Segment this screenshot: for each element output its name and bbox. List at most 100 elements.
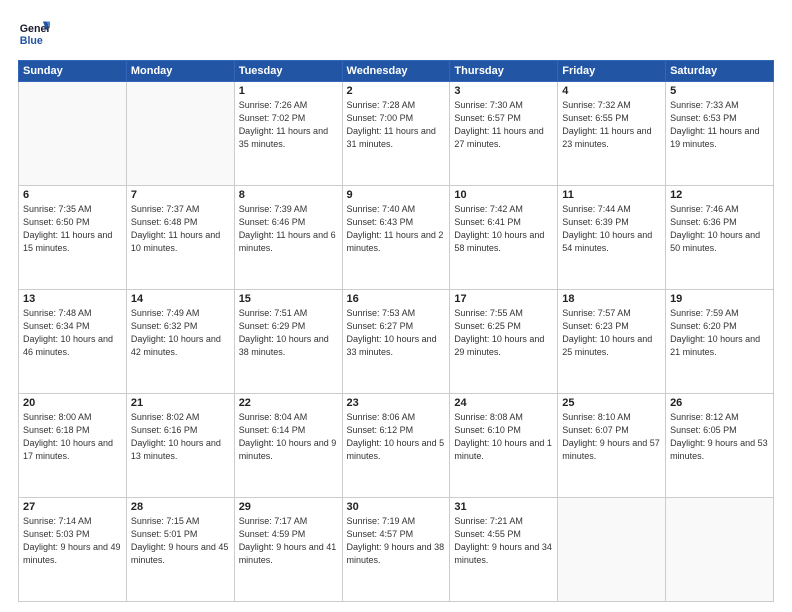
day-detail: Sunrise: 7:42 AM Sunset: 6:41 PM Dayligh… (454, 203, 553, 255)
day-number: 5 (670, 85, 769, 97)
day-number: 29 (239, 501, 338, 513)
day-number: 17 (454, 293, 553, 305)
calendar-cell: 16 Sunrise: 7:53 AM Sunset: 6:27 PM Dayli… (342, 290, 450, 394)
day-number: 14 (131, 293, 230, 305)
calendar-cell: 1 Sunrise: 7:26 AM Sunset: 7:02 PM Daylig… (234, 82, 342, 186)
day-detail: Sunrise: 7:26 AM Sunset: 7:02 PM Dayligh… (239, 99, 338, 151)
day-number: 12 (670, 189, 769, 201)
calendar-cell: 24 Sunrise: 8:08 AM Sunset: 6:10 PM Dayli… (450, 394, 558, 498)
day-number: 16 (347, 293, 446, 305)
weekday-header: Saturday (666, 61, 774, 82)
calendar-cell: 19 Sunrise: 7:59 AM Sunset: 6:20 PM Dayli… (666, 290, 774, 394)
calendar-table: SundayMondayTuesdayWednesdayThursdayFrid… (18, 60, 774, 602)
logo: General Blue (18, 18, 54, 50)
calendar-cell: 18 Sunrise: 7:57 AM Sunset: 6:23 PM Dayli… (558, 290, 666, 394)
day-detail: Sunrise: 7:35 AM Sunset: 6:50 PM Dayligh… (23, 203, 122, 255)
day-number: 27 (23, 501, 122, 513)
day-detail: Sunrise: 7:48 AM Sunset: 6:34 PM Dayligh… (23, 307, 122, 359)
weekday-header: Thursday (450, 61, 558, 82)
calendar-cell (558, 498, 666, 602)
calendar-cell: 10 Sunrise: 7:42 AM Sunset: 6:41 PM Dayli… (450, 186, 558, 290)
day-number: 26 (670, 397, 769, 409)
calendar-week-row: 1 Sunrise: 7:26 AM Sunset: 7:02 PM Daylig… (19, 82, 774, 186)
day-detail: Sunrise: 7:32 AM Sunset: 6:55 PM Dayligh… (562, 99, 661, 151)
day-detail: Sunrise: 8:00 AM Sunset: 6:18 PM Dayligh… (23, 411, 122, 463)
day-number: 11 (562, 189, 661, 201)
logo-icon: General Blue (18, 18, 50, 50)
day-number: 7 (131, 189, 230, 201)
calendar-cell (126, 82, 234, 186)
calendar-cell: 4 Sunrise: 7:32 AM Sunset: 6:55 PM Daylig… (558, 82, 666, 186)
day-detail: Sunrise: 7:59 AM Sunset: 6:20 PM Dayligh… (670, 307, 769, 359)
day-number: 13 (23, 293, 122, 305)
calendar-week-row: 6 Sunrise: 7:35 AM Sunset: 6:50 PM Daylig… (19, 186, 774, 290)
page: General Blue SundayMondayTuesdayWednesda… (0, 0, 792, 612)
day-detail: Sunrise: 7:33 AM Sunset: 6:53 PM Dayligh… (670, 99, 769, 151)
calendar-cell: 31 Sunrise: 7:21 AM Sunset: 4:55 PM Dayli… (450, 498, 558, 602)
calendar-week-row: 20 Sunrise: 8:00 AM Sunset: 6:18 PM Dayli… (19, 394, 774, 498)
day-detail: Sunrise: 7:49 AM Sunset: 6:32 PM Dayligh… (131, 307, 230, 359)
day-detail: Sunrise: 7:55 AM Sunset: 6:25 PM Dayligh… (454, 307, 553, 359)
day-number: 28 (131, 501, 230, 513)
calendar-cell: 22Sunrise: 8:04 AM Sunset: 6:14 PM Dayli… (234, 394, 342, 498)
calendar-week-row: 13 Sunrise: 7:48 AM Sunset: 6:34 PM Dayli… (19, 290, 774, 394)
calendar-cell: 27 Sunrise: 7:14 AM Sunset: 5:03 PM Dayli… (19, 498, 127, 602)
calendar-cell: 13 Sunrise: 7:48 AM Sunset: 6:34 PM Dayli… (19, 290, 127, 394)
weekday-header: Friday (558, 61, 666, 82)
calendar-cell: 8Sunrise: 7:39 AM Sunset: 6:46 PM Daylig… (234, 186, 342, 290)
day-detail: Sunrise: 7:46 AM Sunset: 6:36 PM Dayligh… (670, 203, 769, 255)
day-detail: Sunrise: 7:40 AM Sunset: 6:43 PM Dayligh… (347, 203, 446, 255)
calendar-cell: 28 Sunrise: 7:15 AM Sunset: 5:01 PM Dayli… (126, 498, 234, 602)
day-detail: Sunrise: 8:10 AM Sunset: 6:07 PM Dayligh… (562, 411, 661, 463)
day-detail: Sunrise: 8:08 AM Sunset: 6:10 PM Dayligh… (454, 411, 553, 463)
day-detail: Sunrise: 7:57 AM Sunset: 6:23 PM Dayligh… (562, 307, 661, 359)
calendar-cell: 7 Sunrise: 7:37 AM Sunset: 6:48 PM Daylig… (126, 186, 234, 290)
day-number: 8 (239, 189, 338, 201)
calendar-cell: 5 Sunrise: 7:33 AM Sunset: 6:53 PM Daylig… (666, 82, 774, 186)
day-detail: Sunrise: 7:51 AM Sunset: 6:29 PM Dayligh… (239, 307, 338, 359)
calendar-cell: 26 Sunrise: 8:12 AM Sunset: 6:05 PM Dayli… (666, 394, 774, 498)
day-detail: Sunrise: 7:30 AM Sunset: 6:57 PM Dayligh… (454, 99, 553, 151)
calendar-cell: 12 Sunrise: 7:46 AM Sunset: 6:36 PM Dayli… (666, 186, 774, 290)
day-number: 24 (454, 397, 553, 409)
day-detail: Sunrise: 7:15 AM Sunset: 5:01 PM Dayligh… (131, 515, 230, 567)
calendar-cell: 29 Sunrise: 7:17 AM Sunset: 4:59 PM Dayli… (234, 498, 342, 602)
day-number: 25 (562, 397, 661, 409)
day-number: 30 (347, 501, 446, 513)
calendar-cell: 20 Sunrise: 8:00 AM Sunset: 6:18 PM Dayli… (19, 394, 127, 498)
day-number: 15 (239, 293, 338, 305)
day-detail: Sunrise: 8:04 AM Sunset: 6:14 PM Dayligh… (239, 411, 338, 463)
calendar-week-row: 27 Sunrise: 7:14 AM Sunset: 5:03 PM Dayli… (19, 498, 774, 602)
day-number: 6 (23, 189, 122, 201)
weekday-header: Monday (126, 61, 234, 82)
calendar-cell: 30 Sunrise: 7:19 AM Sunset: 4:57 PM Dayli… (342, 498, 450, 602)
day-detail: Sunrise: 7:28 AM Sunset: 7:00 PM Dayligh… (347, 99, 446, 151)
header: General Blue (18, 18, 774, 50)
day-number: 3 (454, 85, 553, 97)
day-number: 1 (239, 85, 338, 97)
day-detail: Sunrise: 7:44 AM Sunset: 6:39 PM Dayligh… (562, 203, 661, 255)
day-detail: Sunrise: 7:21 AM Sunset: 4:55 PM Dayligh… (454, 515, 553, 567)
day-detail: Sunrise: 7:17 AM Sunset: 4:59 PM Dayligh… (239, 515, 338, 567)
calendar-cell: 3 Sunrise: 7:30 AM Sunset: 6:57 PM Daylig… (450, 82, 558, 186)
day-number: 4 (562, 85, 661, 97)
calendar-cell: 23Sunrise: 8:06 AM Sunset: 6:12 PM Dayli… (342, 394, 450, 498)
day-number: 20 (23, 397, 122, 409)
day-number: 31 (454, 501, 553, 513)
calendar-cell: 15 Sunrise: 7:51 AM Sunset: 6:29 PM Dayli… (234, 290, 342, 394)
day-number: 18 (562, 293, 661, 305)
day-number: 19 (670, 293, 769, 305)
day-number: 10 (454, 189, 553, 201)
calendar-cell: 9Sunrise: 7:40 AM Sunset: 6:43 PM Daylig… (342, 186, 450, 290)
day-detail: Sunrise: 7:19 AM Sunset: 4:57 PM Dayligh… (347, 515, 446, 567)
day-detail: Sunrise: 7:14 AM Sunset: 5:03 PM Dayligh… (23, 515, 122, 567)
calendar-cell: 25 Sunrise: 8:10 AM Sunset: 6:07 PM Dayli… (558, 394, 666, 498)
day-detail: Sunrise: 7:53 AM Sunset: 6:27 PM Dayligh… (347, 307, 446, 359)
weekday-header: Wednesday (342, 61, 450, 82)
day-detail: Sunrise: 8:12 AM Sunset: 6:05 PM Dayligh… (670, 411, 769, 463)
calendar-cell: 14 Sunrise: 7:49 AM Sunset: 6:32 PM Dayli… (126, 290, 234, 394)
day-detail: Sunrise: 7:37 AM Sunset: 6:48 PM Dayligh… (131, 203, 230, 255)
calendar-cell: 17 Sunrise: 7:55 AM Sunset: 6:25 PM Dayli… (450, 290, 558, 394)
day-number: 21 (131, 397, 230, 409)
day-number: 2 (347, 85, 446, 97)
